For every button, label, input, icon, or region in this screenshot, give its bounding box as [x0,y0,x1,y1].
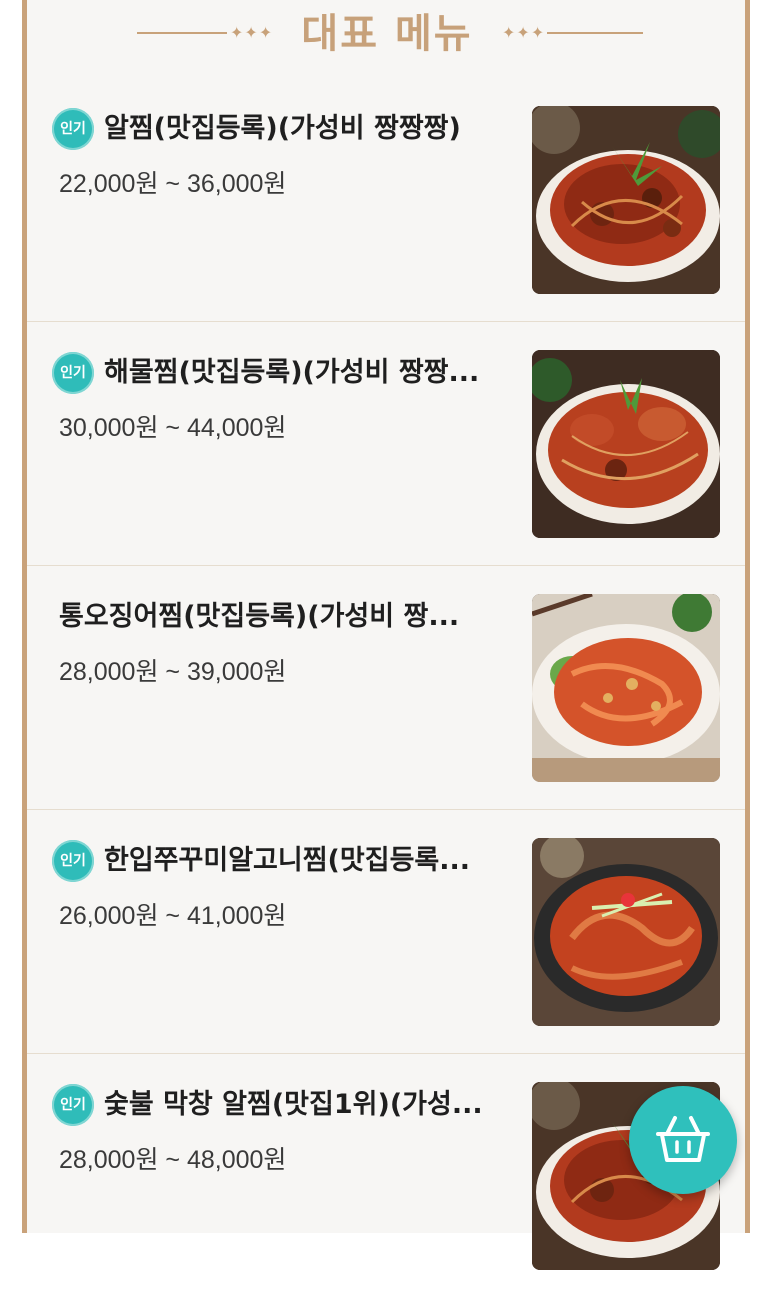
section-header: ✦✦✦ 대표 메뉴 ✦✦✦ [27,0,745,74]
menu-item-price: 28,000원 ~ 48,000원 [59,1146,287,1174]
braised-octopus-photo-icon [532,838,720,1026]
menu-item[interactable]: 인기 한입쭈꾸미알고니찜(맛집등록... 26,000원 ~ 41,000원 [27,810,745,1054]
menu-item-photo[interactable] [532,106,720,294]
menu-item-price: 22,000원 ~ 36,000원 [59,170,287,198]
braised-seafood-photo-icon [532,106,720,294]
menu-item-photo[interactable] [532,838,720,1026]
menu-item-photo[interactable] [532,350,720,538]
popular-badge: 인기 [52,1084,94,1126]
braised-seafood-photo-icon [532,350,720,538]
menu-item-price: 30,000원 ~ 44,000원 [59,414,287,442]
app-screen: ✦✦✦ 대표 메뉴 ✦✦✦ 인기 알찜(맛집등록)(가성비 짱짱짱) 22,00… [0,0,773,1270]
menu-item-name: 한입쭈꾸미알고니찜(맛집등록... [104,845,471,876]
menu-item[interactable]: 인기 숯불 막창 알찜(맛집1위)(가성... 28,000원 ~ 48,000… [27,1054,745,1298]
cart-button[interactable] [629,1086,737,1194]
header-divider-right [547,32,643,34]
sparkle-decoration-right-icon: ✦✦✦ [502,23,546,42]
basket-icon [656,1116,710,1162]
menu-panel: ✦✦✦ 대표 메뉴 ✦✦✦ 인기 알찜(맛집등록)(가성비 짱짱짱) 22,00… [22,0,750,1270]
sparkle-decoration-left-icon: ✦✦✦ [230,23,274,42]
menu-item-name: 통오징어찜(맛집등록)(가성비 짱... [59,601,460,632]
menu-item-name: 알찜(맛집등록)(가성비 짱짱짱) [104,113,461,144]
menu-item-price: 28,000원 ~ 39,000원 [59,658,287,686]
menu-item-price: 26,000원 ~ 41,000원 [59,902,287,930]
popular-badge: 인기 [52,352,94,394]
menu-item-name: 숯불 막창 알찜(맛집1위)(가성... [104,1089,483,1120]
popular-badge: 인기 [52,840,94,882]
header-divider-left [137,32,227,34]
menu-item-name: 해물찜(맛집등록)(가성비 짱짱... [104,357,480,388]
section-title: 대표 메뉴 [301,11,473,57]
menu-item[interactable]: 인기 해물찜(맛집등록)(가성비 짱짱... 30,000원 ~ 44,000원 [27,322,745,566]
popular-badge: 인기 [52,108,94,150]
menu-item[interactable]: 통오징어찜(맛집등록)(가성비 짱... 28,000원 ~ 39,000원 [27,566,745,810]
menu-item-photo[interactable] [532,594,720,782]
braised-squid-photo-icon [532,594,720,782]
menu-item[interactable]: 인기 알찜(맛집등록)(가성비 짱짱짱) 22,000원 ~ 36,000원 [27,78,745,322]
